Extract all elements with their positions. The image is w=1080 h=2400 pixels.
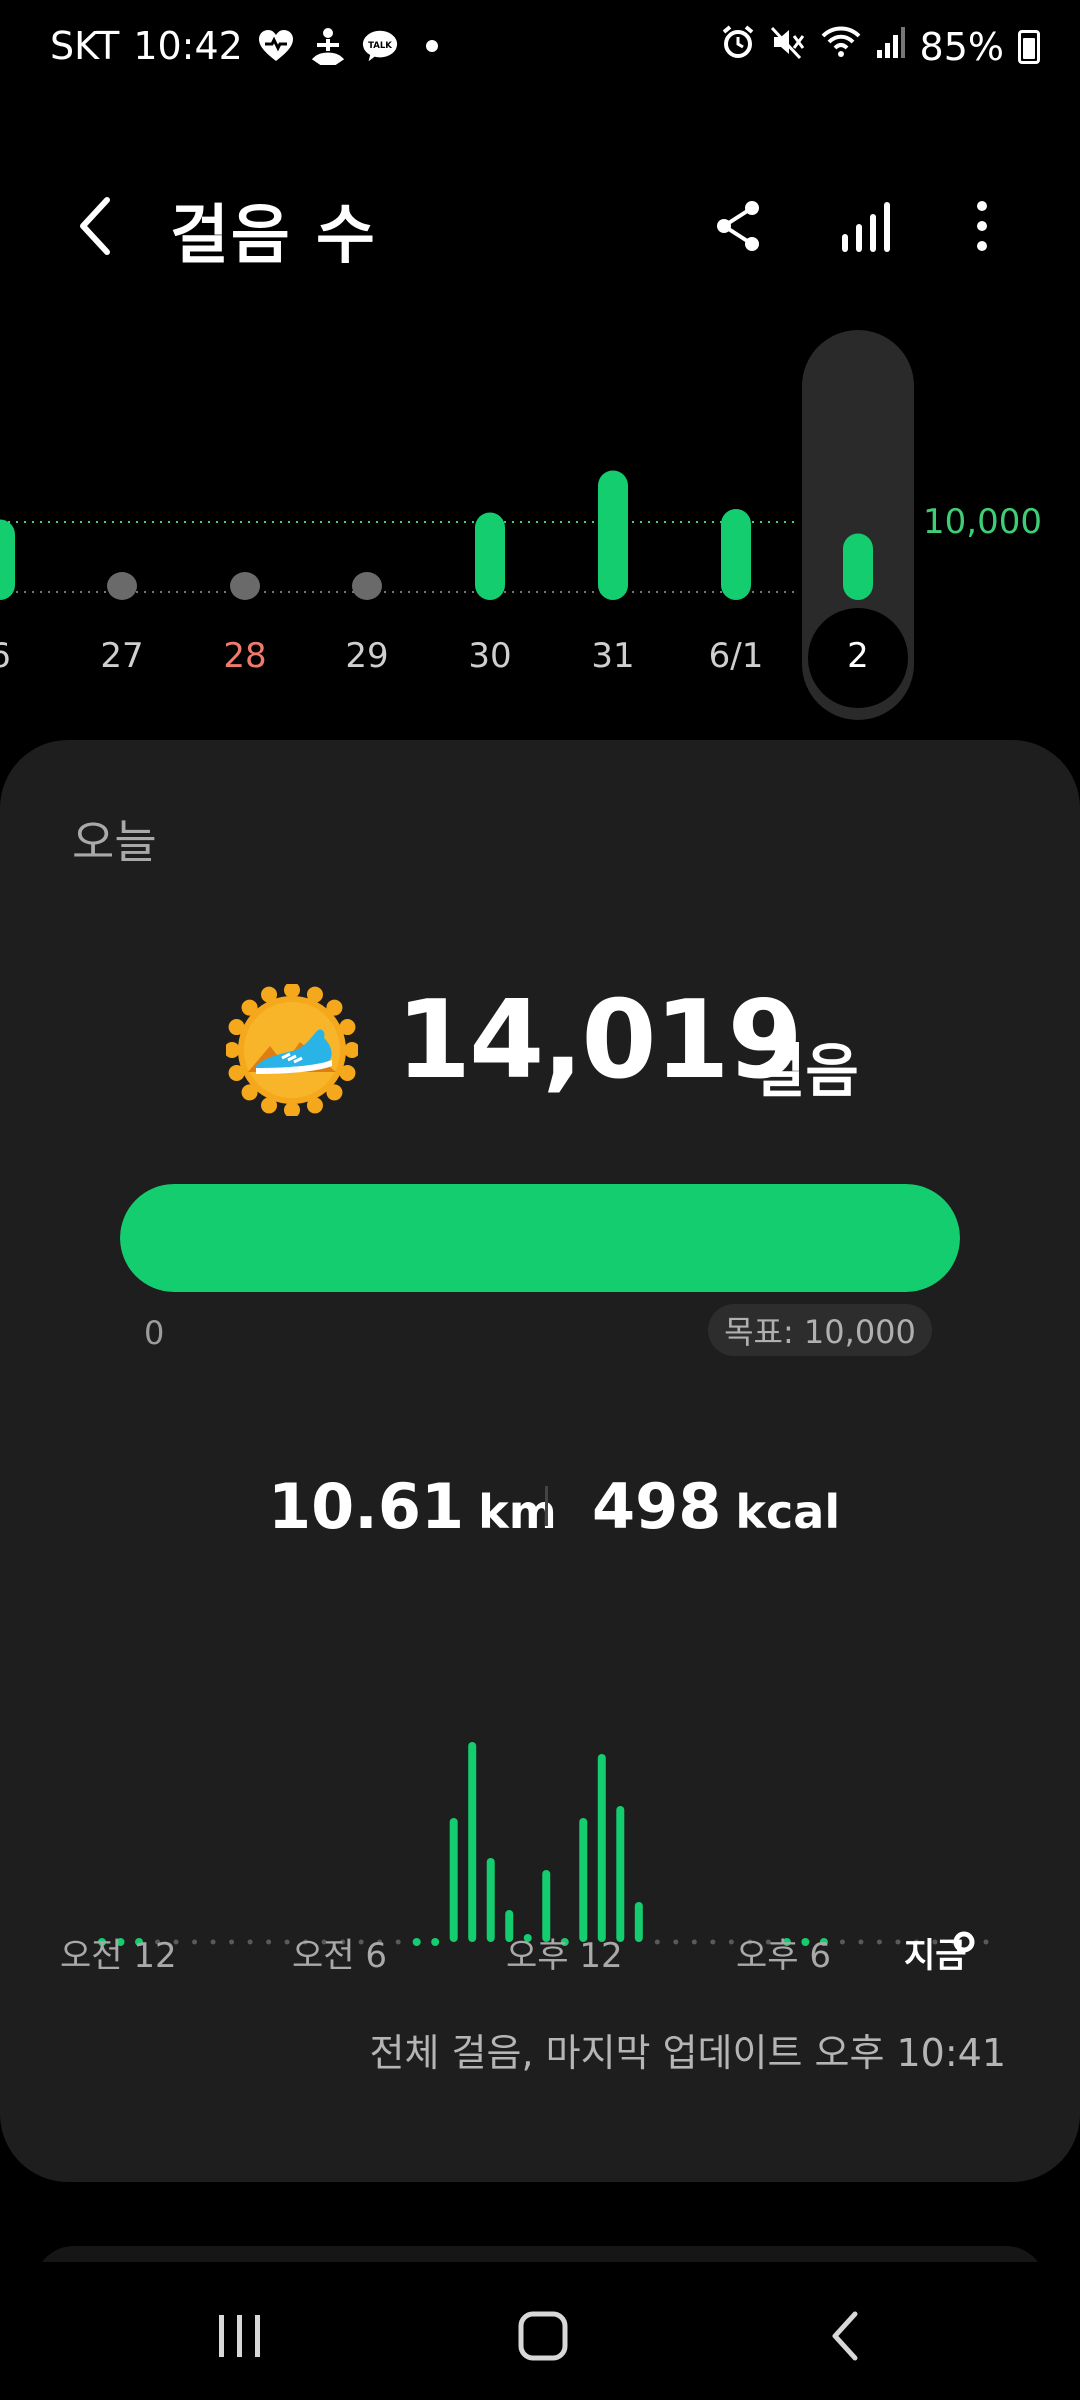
share-icon [717,201,759,251]
hourly-dot [710,1939,716,1945]
hourly-dot [983,1939,989,1945]
hourly-dot [673,1939,679,1945]
hourly-dot [728,1939,734,1945]
system-back-button[interactable] [795,2296,895,2376]
today-card[interactable]: 오늘 14,019 걸음 0 목표: 10,000 10.61 km 498 kca… [0,740,1080,2182]
home-button[interactable] [493,2296,593,2376]
hourly-dot [654,1939,660,1945]
hourly-dot [691,1939,697,1945]
carrier-label: SKT [50,24,120,68]
talk-badge-text: TALK [368,41,392,51]
hourly-bar [616,1806,625,1942]
more-vertical-icon [977,201,987,251]
time-label-now: 지금 [904,1936,967,1976]
back-icon [832,2311,858,2361]
distance-stat: 10.61 km [268,1470,557,1543]
home-icon [518,2311,568,2361]
hourly-bar [468,1742,477,1942]
week-bar-29[interactable] [352,572,382,600]
time-label-noon: 오후 12 [506,1936,623,1976]
bar-chart-icon [842,202,890,252]
recent-apps-icon [219,2315,260,2357]
dot-icon [413,27,451,65]
calories-value: 498 [592,1470,722,1543]
today-steps-unit: 걸음 [752,1037,859,1105]
day-label-29[interactable]: 29 [322,636,412,676]
week-bar-27[interactable] [107,572,137,600]
goal-chip: 목표: 10,000 [708,1304,932,1356]
hourly-dot [858,1939,864,1945]
hourly-bar [449,1818,458,1942]
week-bar-6/1[interactable] [721,509,751,600]
hourly-dot [431,1938,440,1946]
day-label-28[interactable]: 28 [200,636,290,676]
battery-percent: 85% [919,24,1004,69]
page-title: 걸음 수 [170,199,377,273]
goal-line-label: 10,000 [923,502,1042,542]
app-bar: 걸음 수 [0,170,1080,280]
time-label-6am: 오전 6 [292,1936,387,1976]
hourly-bar [634,1902,643,1942]
status-right: 85% [720,24,1040,69]
hourly-dot [876,1939,882,1945]
status-left: SKT 10:42 TALK [50,24,451,68]
yoga-icon [309,27,347,65]
calories-unit: kcal [735,1485,841,1539]
mute-icon [770,24,806,69]
progress-min-label: 0 [144,1314,165,1352]
calories-stat: 498 kcal [592,1470,840,1543]
time-label-6pm: 오후 6 [736,1936,831,1976]
kakaotalk-icon: TALK [361,27,399,65]
status-bar: SKT 10:42 TALK 85% [0,0,1080,100]
hourly-dot [247,1939,253,1945]
hourly-dot [192,1939,198,1945]
week-bar-28[interactable] [230,572,260,600]
hourly-dot [266,1939,272,1945]
hourly-dot [839,1939,845,1945]
today-steps-value: 14,019 [396,978,803,1103]
week-bar-6[interactable] [0,519,15,601]
hourly-dot [895,1939,901,1945]
signal-icon [876,24,906,69]
recent-apps-button[interactable] [190,2296,290,2376]
day-label-31[interactable]: 31 [568,636,658,676]
back-button[interactable] [60,188,130,264]
today-label: 오늘 [72,815,157,869]
distance-value: 10.61 [268,1470,465,1543]
hourly-dot [395,1939,401,1945]
hourly-bar [597,1754,606,1942]
last-update-note: 전체 걸음, 마지막 업데이트 오후 10:41 [369,2031,1006,2075]
more-options-button[interactable] [944,188,1020,264]
time-label-midnight: 오전 12 [60,1936,177,1976]
hourly-dot [284,1939,290,1945]
day-label-2[interactable]: 2 [813,636,903,676]
today-stats: 10.61 km 498 kcal [0,1470,1080,1550]
battery-icon [1018,29,1040,64]
hourly-bar [486,1858,495,1942]
share-button[interactable] [700,188,776,264]
week-bar-2[interactable] [843,533,873,601]
week-bar-31[interactable] [598,470,628,601]
alarm-icon [720,24,756,69]
weekly-steps-chart[interactable]: 10,000 6 27 28 29 30 31 6/1 2 [0,320,1080,720]
stats-divider [545,1486,548,1526]
hourly-dot [412,1938,421,1946]
week-bar-30[interactable] [475,512,505,601]
hourly-bar [579,1818,588,1942]
day-label-27[interactable]: 27 [77,636,167,676]
hourly-dot [229,1939,235,1945]
day-label-6/1[interactable]: 6/1 [691,636,781,676]
trends-button[interactable] [828,188,904,264]
wifi-icon [820,24,862,69]
system-nav-bar [0,2262,1080,2400]
day-label-6[interactable]: 6 [0,636,45,676]
step-goal-progress-bar [120,1184,960,1292]
health-heart-icon [257,27,295,65]
chevron-left-icon [80,197,110,255]
progress-fill [120,1184,960,1292]
hourly-dot [210,1939,216,1945]
goal-achieved-shoe-icon [224,982,360,1118]
day-label-30[interactable]: 30 [445,636,535,676]
clock: 10:42 [133,24,243,68]
